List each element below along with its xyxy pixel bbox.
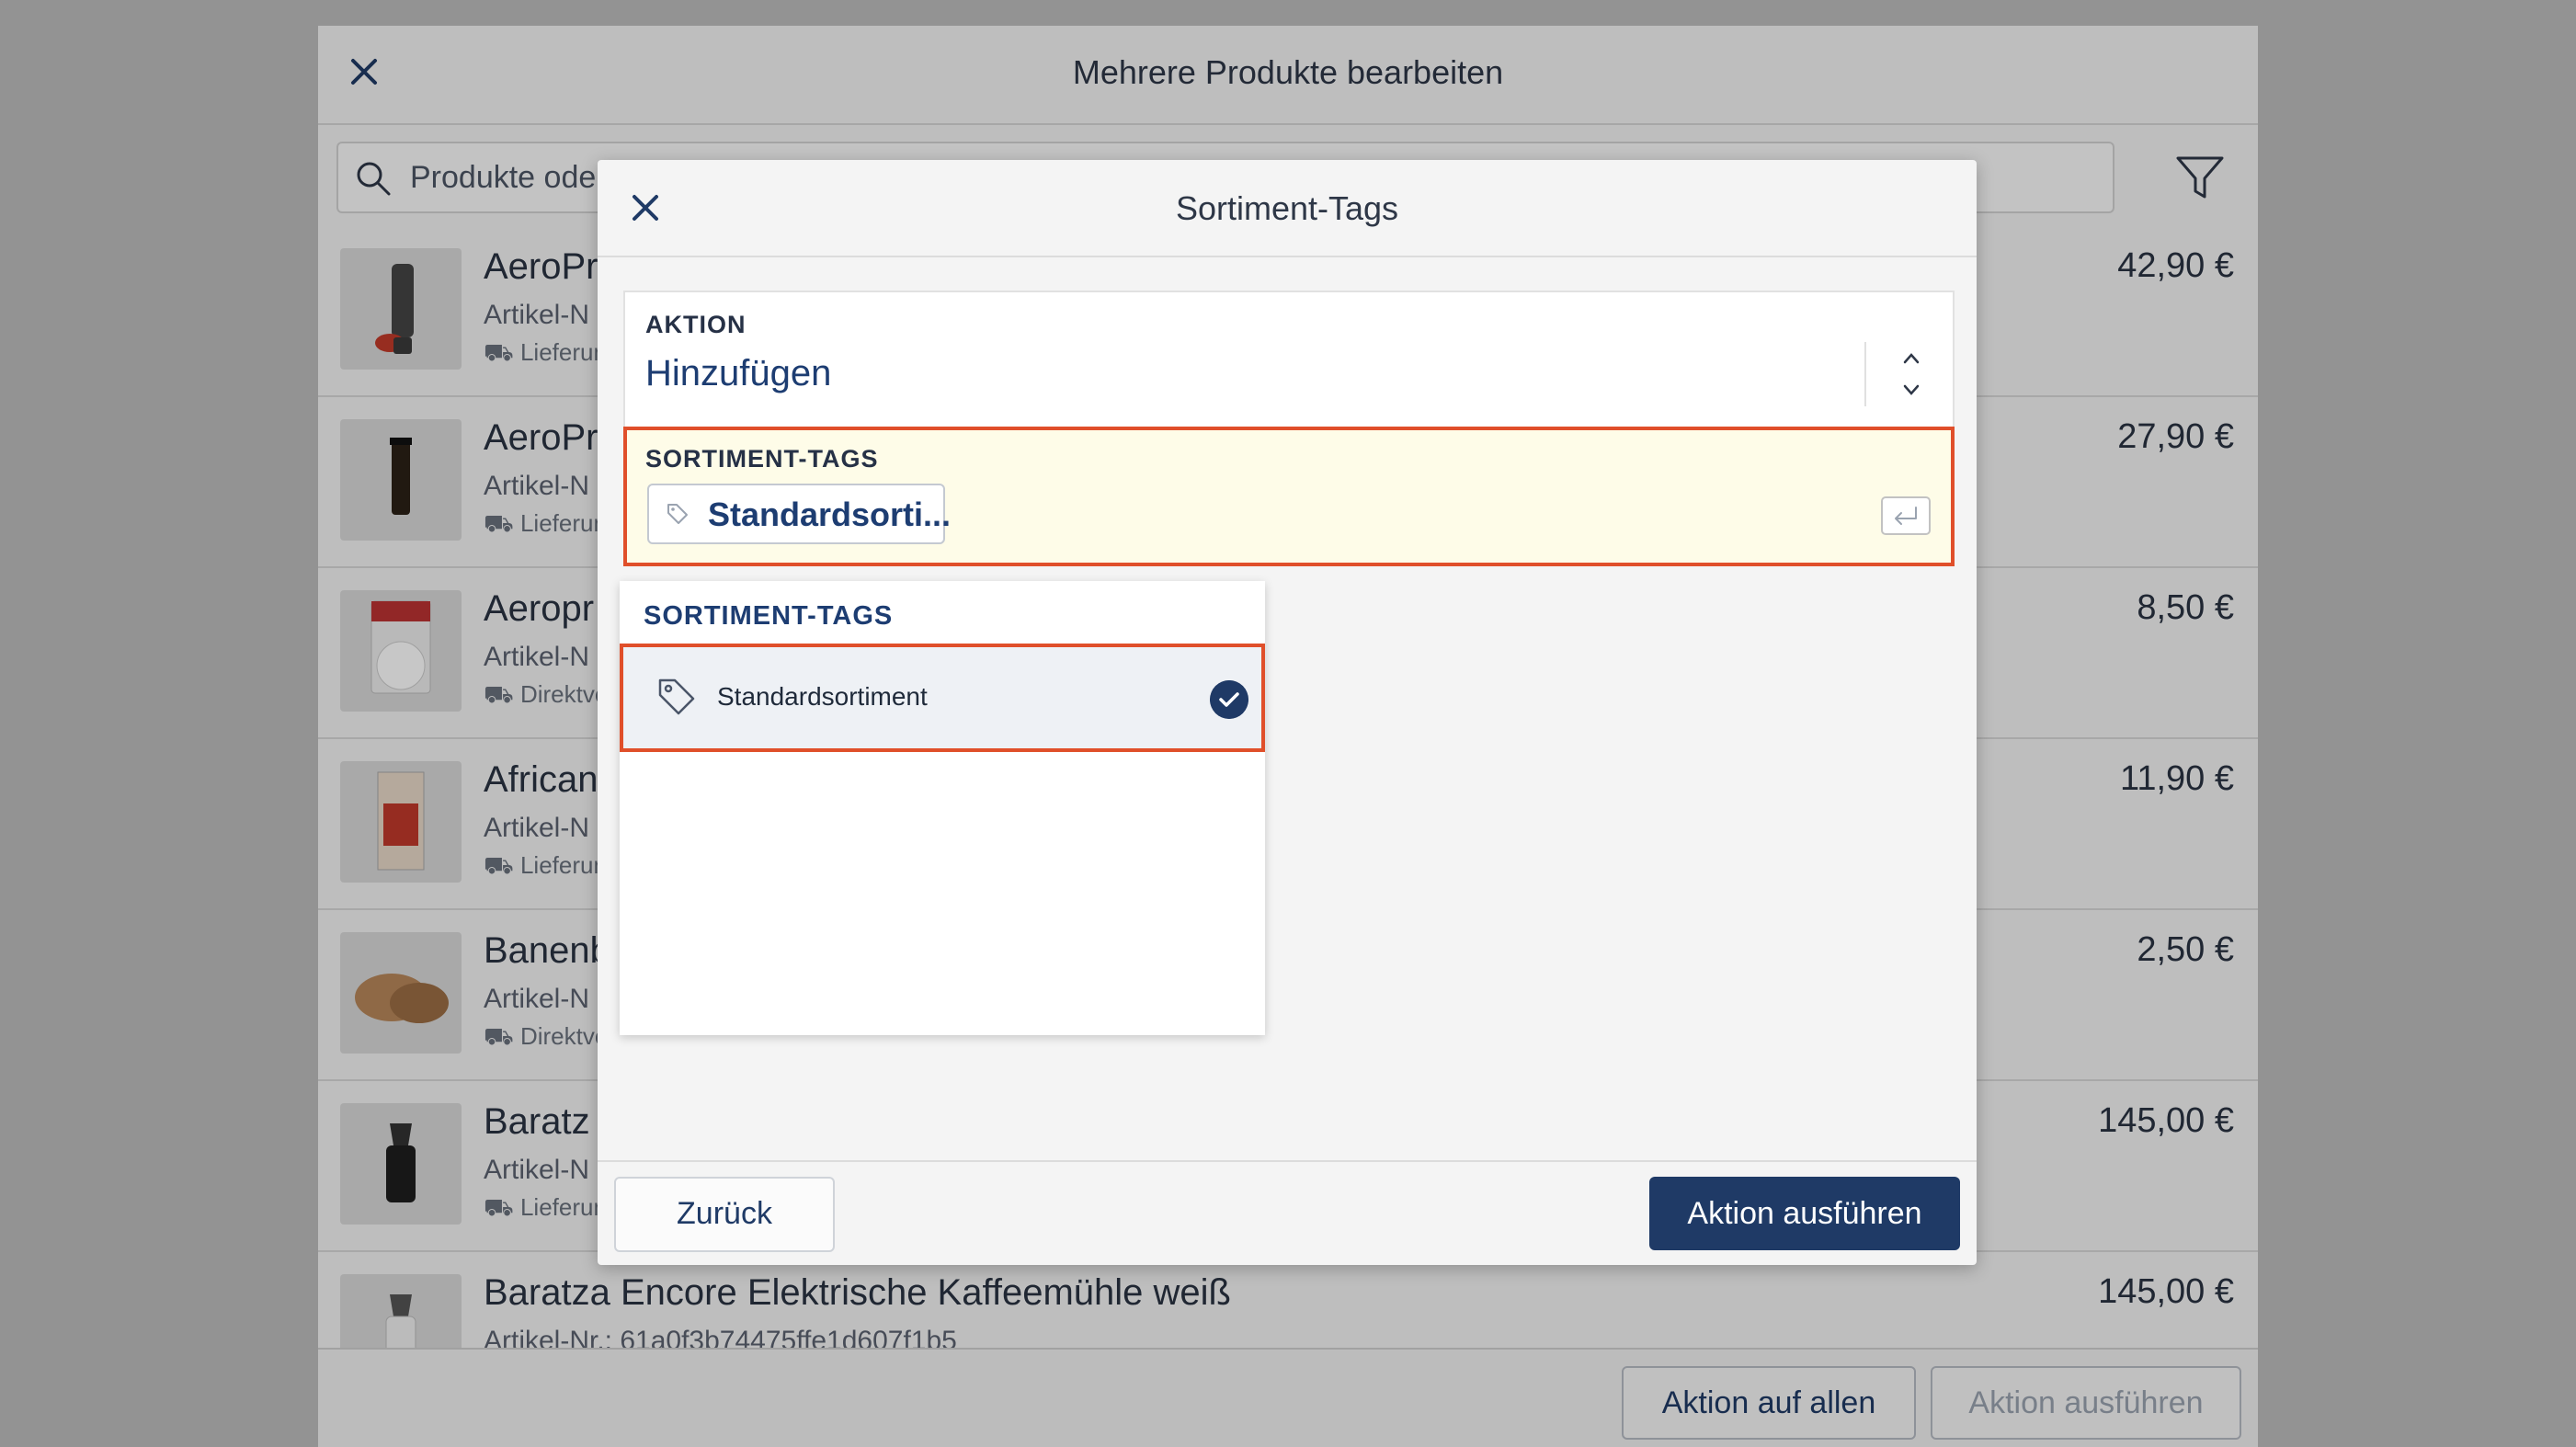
tag-chip[interactable]: Standardsorti... — [647, 484, 951, 544]
tag-icon — [667, 504, 688, 524]
sortiment-tags-dialog: Sortiment-Tags AKTION Hinzufügen SORTIME… — [598, 160, 1977, 1265]
tag-chip-label: Standardsorti... — [708, 496, 952, 533]
dialog-title: Sortiment-Tags — [1175, 189, 1399, 227]
back-button[interactable]: Zurück — [614, 1177, 835, 1252]
action-label: AKTION — [645, 311, 747, 338]
action-value: Hinzufügen — [645, 353, 832, 393]
select-stepper-icon[interactable] — [1898, 349, 1925, 399]
dropdown-header: SORTIMENT-TAGS — [644, 601, 894, 631]
dialog-footer: Zurück Aktion ausführen — [598, 1160, 1977, 1267]
checkmark-icon — [1210, 680, 1248, 719]
execute-action-button[interactable]: Aktion ausführen — [1649, 1177, 1960, 1250]
action-select[interactable]: AKTION Hinzufügen — [623, 291, 1955, 428]
sortiment-tags-field[interactable]: SORTIMENT-TAGS Standardsorti... — [623, 427, 1955, 566]
option-label: Standardsortiment — [717, 682, 928, 711]
dropdown-option-standardsortiment[interactable]: Standardsortiment — [620, 644, 1265, 752]
tags-label: SORTIMENT-TAGS — [645, 445, 879, 473]
enter-key-icon[interactable] — [1881, 496, 1931, 535]
dialog-header: Sortiment-Tags — [598, 160, 1977, 257]
tag-icon — [658, 678, 695, 715]
tags-dropdown: SORTIMENT-TAGS Standardsortiment — [620, 581, 1265, 1035]
divider — [1864, 342, 1866, 406]
